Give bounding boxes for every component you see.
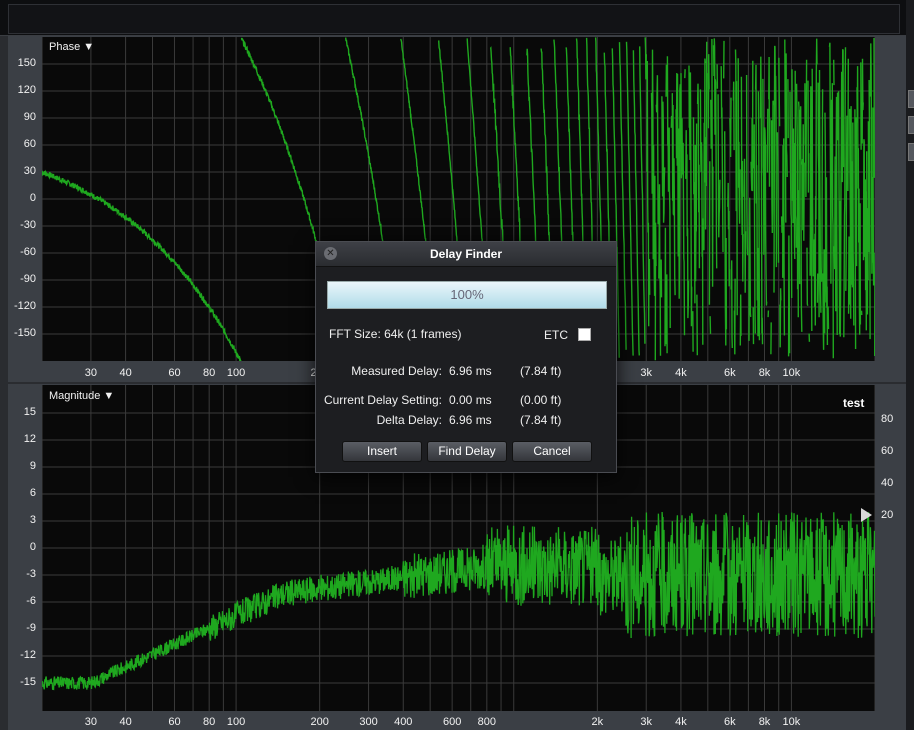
phase-x-tick-label: 4k (675, 367, 687, 379)
phase-y-tick-label: 120 (17, 84, 36, 96)
phase-x-tick-label: 80 (203, 367, 216, 379)
phase-x-tick-label: 60 (168, 367, 181, 379)
magnitude-x-tick-label: 4k (675, 716, 687, 728)
magnitude-x-tick-label: 8k (758, 716, 771, 728)
magnitude-y-tick-label: -12 (20, 649, 36, 661)
phase-y-tick-label: -60 (20, 246, 36, 258)
close-icon[interactable]: ✕ (324, 247, 337, 260)
magnitude-right-tick-label: 60 (881, 445, 894, 457)
delta-delay-feet: (7.84 ft) (520, 413, 562, 427)
phase-x-tick-label: 30 (84, 367, 98, 379)
phase-y-tick-label: -150 (13, 327, 36, 339)
magnitude-y-tick-label: -6 (26, 595, 36, 607)
magnitude-y-tick-label: -9 (26, 622, 36, 634)
phase-x-tick-label: 10k (782, 367, 801, 379)
magnitude-y-tick-label: 15 (23, 406, 36, 418)
phase-y-tick-label: 60 (23, 138, 36, 150)
magnitude-y-tick-label: 0 (29, 541, 36, 553)
phase-x-tick-label: 8k (758, 367, 771, 379)
magnitude-y-tick-label: -15 (20, 676, 36, 688)
magnitude-x-tick-label: 200 (310, 716, 329, 728)
magnitude-x-tick-label: 30 (84, 716, 98, 728)
phase-y-tick-label: -30 (20, 219, 36, 231)
magnitude-x-tick-label: 80 (203, 716, 216, 728)
phase-x-tick-label: 100 (226, 367, 246, 379)
progress-text: 100% (450, 287, 484, 302)
magnitude-x-tick-label: 3k (640, 716, 653, 728)
measured-delay-label: Measured Delay: (351, 364, 442, 378)
magnitude-y-tick-label: 9 (29, 460, 36, 472)
insert-button[interactable]: Insert (342, 441, 422, 462)
magnitude-x-tick-label: 300 (359, 716, 378, 728)
phase-y-tick-label: 0 (29, 192, 36, 204)
magnitude-x-tick-label: 2k (591, 716, 604, 728)
phase-y-tick-label: 150 (17, 57, 36, 69)
magnitude-x-tick-label: 6k (724, 716, 736, 728)
measured-delay-value: 6.96 ms (449, 364, 492, 378)
magnitude-x-tick-label: 800 (477, 716, 497, 728)
magnitude-x-tick-label: 10k (782, 716, 801, 728)
top-toolbar (0, 0, 906, 36)
trace-name-label: test (843, 396, 865, 410)
phase-y-tick-label: -90 (20, 273, 36, 285)
phase-y-tick-label: 30 (23, 165, 36, 177)
side-button-1[interactable] (908, 90, 914, 108)
measured-delay-feet: (7.84 ft) (520, 364, 562, 378)
magnitude-x-tick-label: 60 (168, 716, 181, 728)
magnitude-x-tick-label: 100 (226, 716, 246, 728)
delta-delay-value: 6.96 ms (449, 413, 492, 427)
delta-delay-label: Delta Delay: (376, 413, 442, 427)
phase-y-tick-label: -120 (13, 300, 36, 312)
magnitude-trace (42, 511, 875, 691)
toolbar-track (8, 4, 900, 34)
current-delay-feet: (0.00 ft) (520, 393, 562, 407)
magnitude-x-tick-label: 40 (119, 716, 132, 728)
phase-y-tick-label: 90 (23, 111, 36, 123)
magnitude-x-tick-label: 400 (394, 716, 413, 728)
magnitude-y-tick-label: 12 (23, 433, 36, 445)
side-button-3[interactable] (908, 143, 914, 161)
progress-bar: 100% (327, 281, 607, 309)
etc-checkbox[interactable] (578, 328, 591, 341)
level-marker-handle[interactable] (861, 508, 872, 522)
find-delay-button[interactable]: Find Delay (427, 441, 507, 462)
phase-x-tick-label: 3k (640, 367, 653, 379)
etc-label: ETC (544, 328, 568, 342)
magnitude-y-tick-label: 6 (29, 487, 36, 499)
fft-size-label: FFT Size: 64k (1 frames) (329, 327, 462, 341)
magnitude-right-tick-label: 40 (881, 477, 894, 489)
side-button-2[interactable] (908, 116, 914, 134)
current-delay-value: 0.00 ms (449, 393, 492, 407)
magnitude-title-menu[interactable]: Magnitude ▼ (49, 390, 114, 402)
magnitude-y-tick-label: 3 (29, 514, 36, 526)
phase-x-tick-label: 40 (119, 367, 132, 379)
magnitude-right-tick-label: 80 (881, 413, 894, 425)
magnitude-y-tick-label: -3 (26, 568, 36, 580)
phase-title-menu[interactable]: Phase ▼ (49, 41, 94, 53)
right-edge-strip (906, 0, 914, 730)
dialog-title: Delay Finder (316, 242, 616, 267)
cancel-button[interactable]: Cancel (512, 441, 592, 462)
magnitude-x-tick-label: 600 (442, 716, 462, 728)
phase-x-tick-label: 6k (724, 367, 736, 379)
delay-finder-dialog: Delay Finder ✕ 100% FFT Size: 64k (1 fra… (315, 241, 617, 473)
magnitude-right-tick-label: 20 (881, 509, 894, 521)
current-delay-label: Current Delay Setting: (323, 393, 442, 407)
